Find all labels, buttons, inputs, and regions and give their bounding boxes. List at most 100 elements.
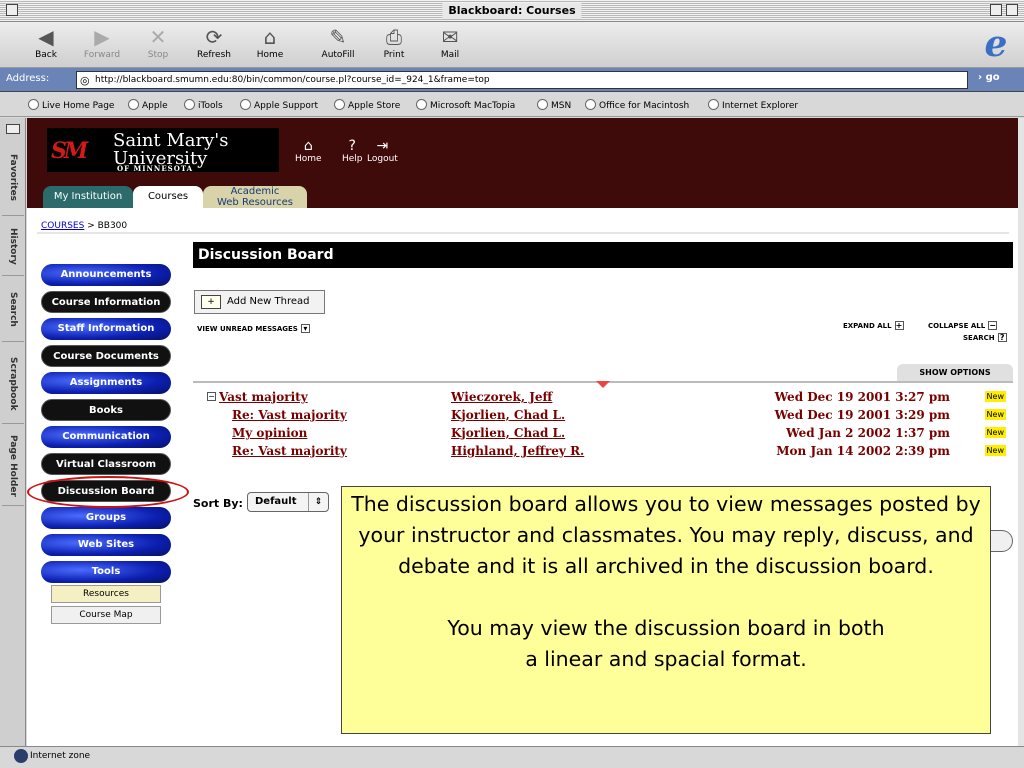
- message-author[interactable]: Highland, Jeffrey R.: [451, 444, 584, 458]
- header-help-button[interactable]: ? Help: [342, 138, 363, 164]
- side-tab-favorites[interactable]: Favorites: [2, 140, 24, 216]
- collapse-thread-icon[interactable]: −: [207, 392, 216, 401]
- new-thread-icon: +: [201, 295, 221, 309]
- expand-all-control[interactable]: EXPAND ALL +: [843, 321, 904, 330]
- go-button[interactable]: › go: [978, 72, 1000, 83]
- menu-groups[interactable]: Groups: [41, 507, 171, 529]
- page-icon: ◎: [80, 74, 90, 87]
- explorer-side-tabs: Favorites History Search Scrapbook Page Hold…: [0, 118, 26, 746]
- refresh-button[interactable]: ⟳ Refresh: [186, 24, 242, 60]
- zoom-box[interactable]: [990, 4, 1002, 16]
- site-header: SM Saint Mary's University OF MINNESOTA …: [27, 118, 1018, 208]
- message-author[interactable]: Kjorlien, Chad L.: [451, 426, 565, 440]
- explanation-callout: The discussion board allows you to view …: [341, 486, 991, 734]
- forward-label: Forward: [83, 50, 121, 60]
- home-icon: ⌂: [263, 25, 277, 49]
- collapse-box[interactable]: [1006, 4, 1018, 16]
- select-arrows-icon: ⇕: [308, 493, 328, 511]
- menu-resources[interactable]: Resources: [51, 585, 161, 603]
- help-label: Help: [342, 154, 363, 164]
- menu-books[interactable]: Books: [41, 399, 171, 421]
- menu-announcements[interactable]: Announcements: [41, 264, 171, 286]
- menu-virtual-classroom[interactable]: Virtual Classroom: [41, 453, 171, 475]
- security-zone: Internet zone: [30, 751, 91, 761]
- favorite-icon: [184, 99, 195, 110]
- autofill-button[interactable]: ✎ AutoFill: [310, 24, 366, 60]
- favorite-live-home-page[interactable]: Live Home Page: [28, 99, 114, 111]
- favorite-microsoft-mactopia[interactable]: Microsoft MacTopia: [416, 99, 515, 111]
- vertical-scrollbar[interactable]: [1018, 118, 1024, 746]
- tab-academic-web-resources[interactable]: Academic Web Resources: [203, 186, 307, 208]
- menu-course-documents[interactable]: Course Documents: [41, 345, 171, 367]
- print-button[interactable]: ⎙ Print: [366, 24, 422, 60]
- search-control[interactable]: SEARCH?: [963, 333, 1007, 342]
- show-options-tab[interactable]: SHOW OPTIONS: [897, 364, 1013, 382]
- callout-paragraph-1: The discussion board allows you to view …: [351, 492, 981, 578]
- side-tab-search[interactable]: Search: [2, 278, 24, 342]
- close-box[interactable]: [6, 4, 18, 16]
- sidebar-toggle-icon[interactable]: [6, 124, 20, 134]
- message-subject[interactable]: Re: Vast majority: [232, 408, 347, 422]
- tab-courses[interactable]: Courses: [133, 186, 203, 208]
- message-date: Wed Dec 19 2001 3:29 pm: [774, 408, 950, 422]
- back-button[interactable]: ◀ Back: [18, 24, 74, 60]
- message-row[interactable]: Re: Vast majority Kjorlien, Chad L. Wed De…: [207, 408, 1012, 426]
- favorite-label: Apple: [142, 101, 168, 111]
- message-subject[interactable]: Vast majority: [219, 390, 308, 404]
- favorite-icon: [240, 99, 251, 110]
- university-logo[interactable]: SM Saint Mary's University OF MINNESOTA: [47, 128, 279, 173]
- add-new-thread-button[interactable]: + Add New Thread: [194, 290, 325, 314]
- favorite-apple-support[interactable]: Apple Support: [240, 99, 318, 111]
- favorite-internet-explorer[interactable]: Internet Explorer: [708, 99, 798, 111]
- breadcrumb: COURSES > BB300: [41, 221, 127, 231]
- collapse-all-control[interactable]: COLLAPSE ALL −: [928, 321, 998, 330]
- message-author[interactable]: Kjorlien, Chad L.: [451, 408, 565, 422]
- favorite-msn[interactable]: MSN: [537, 99, 571, 111]
- new-badge: New: [984, 427, 1006, 438]
- breadcrumb-courses-link[interactable]: COURSES: [41, 221, 84, 231]
- message-date: Wed Jan 2 2002 1:37 pm: [786, 426, 950, 440]
- header-home-button[interactable]: ⌂ Home: [295, 138, 322, 164]
- menu-web-sites[interactable]: Web Sites: [41, 534, 171, 556]
- stop-icon: ✕: [149, 25, 167, 49]
- logo-line-3: OF MINNESOTA: [117, 164, 194, 173]
- menu-communication[interactable]: Communication: [41, 426, 171, 448]
- message-author[interactable]: Wieczorek, Jeff: [451, 390, 552, 404]
- window-title: Blackboard: Courses: [442, 3, 582, 19]
- favorite-office-for-macintosh[interactable]: Office for Macintosh: [585, 99, 689, 111]
- forward-button[interactable]: ▶ Forward: [74, 24, 130, 60]
- favorite-apple[interactable]: Apple: [128, 99, 168, 111]
- side-tab-history[interactable]: History: [2, 218, 24, 276]
- search-label: SEARCH: [963, 334, 995, 342]
- sort-by-label: Sort By:: [193, 497, 243, 510]
- menu-tools[interactable]: Tools: [41, 561, 171, 583]
- home-button[interactable]: ⌂ Home: [242, 24, 298, 60]
- message-row[interactable]: My opinion Kjorlien, Chad L. Wed Jan 2 200…: [207, 426, 1012, 444]
- menu-staff-information[interactable]: Staff Information: [41, 318, 171, 340]
- menu-course-map[interactable]: Course Map: [51, 606, 161, 624]
- mail-label: Mail: [440, 50, 460, 60]
- sort-by-select[interactable]: Default ⇕: [247, 492, 329, 512]
- printer-icon: ⎙: [386, 25, 402, 49]
- favorite-itools[interactable]: iTools: [184, 99, 223, 111]
- message-subject[interactable]: Re: Vast majority: [232, 444, 347, 458]
- message-row[interactable]: Re: Vast majority Highland, Jeffrey R. Mon…: [207, 444, 1012, 462]
- side-tab-scrapbook[interactable]: Scrapbook: [2, 344, 24, 424]
- message-subject[interactable]: My opinion: [232, 426, 307, 440]
- header-logout-button[interactable]: ⇥ Logout: [367, 138, 398, 164]
- message-row[interactable]: − Vast majority Wieczorek, Jeff Wed Dec 19 …: [207, 390, 1012, 408]
- menu-course-information[interactable]: Course Information: [41, 291, 171, 313]
- favorite-apple-store[interactable]: Apple Store: [334, 99, 400, 111]
- window-title-bar[interactable]: Blackboard: Courses: [0, 0, 1024, 22]
- home-label: Home: [295, 154, 322, 164]
- menu-assignments[interactable]: Assignments: [41, 372, 171, 394]
- logout-label: Logout: [367, 154, 398, 164]
- side-tab-page-holder[interactable]: Page Holder: [2, 426, 24, 506]
- dropdown-arrow-icon: ▾: [300, 324, 310, 333]
- message-date: Mon Jan 14 2002 2:39 pm: [776, 444, 950, 458]
- view-unread-messages[interactable]: VIEW UNREAD MESSAGES ▾: [197, 324, 310, 333]
- mail-button[interactable]: ✉ Mail: [422, 24, 478, 60]
- address-input[interactable]: ◎ http://blackboard.smumn.edu:80/bin/comm…: [76, 71, 968, 89]
- stop-button[interactable]: ✕ Stop: [130, 24, 186, 60]
- tab-my-institution[interactable]: My Institution: [43, 186, 133, 208]
